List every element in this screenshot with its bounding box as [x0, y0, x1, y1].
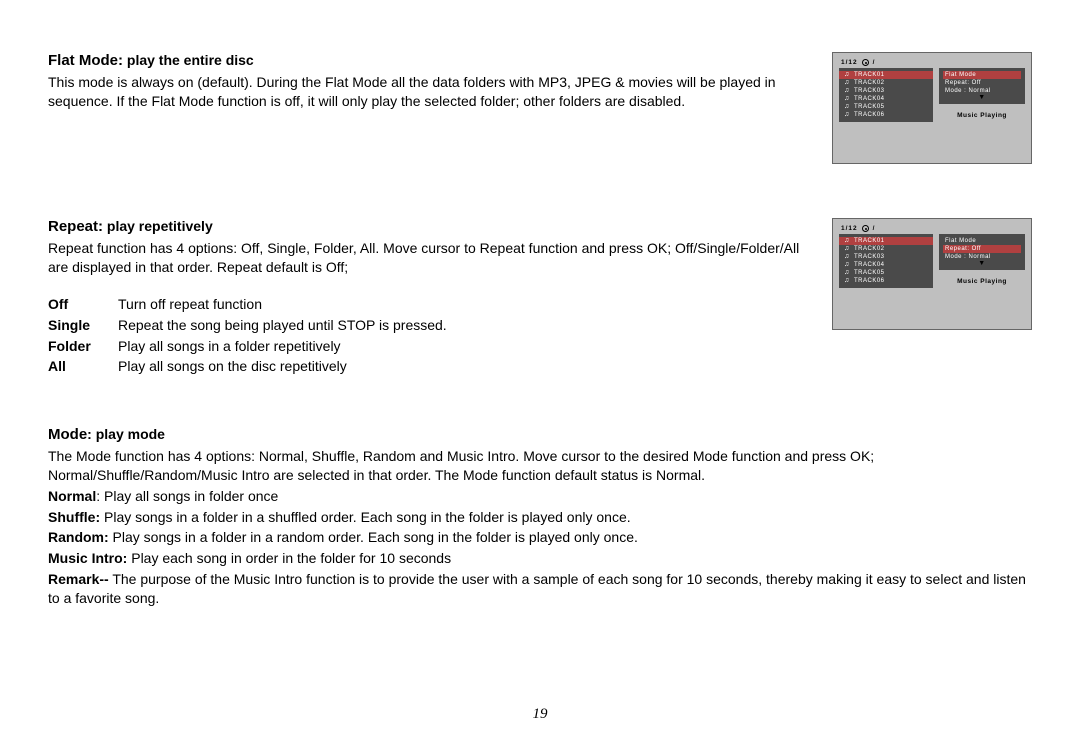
- disc-icon: [862, 59, 869, 66]
- osd-status: Music Playing: [939, 108, 1025, 122]
- disc-icon: [862, 225, 869, 232]
- note-icon: ♫: [844, 88, 850, 94]
- note-icon: ♫: [844, 238, 850, 244]
- osd-tracklist: ♫TRACK01 ♫TRACK02 ♫TRACK03 ♫TRACK04 ♫TRA…: [839, 234, 933, 288]
- repeat-text-col: Repeat: play repetitively Repeat functio…: [48, 218, 816, 378]
- osd-track-2: ♫TRACK02: [839, 245, 933, 253]
- osd-track-4: ♫TRACK04: [839, 261, 933, 269]
- osd-body: ♫TRACK01 ♫TRACK02 ♫TRACK03 ♫TRACK04 ♫TRA…: [839, 68, 1025, 122]
- def-remark: Remark-- The purpose of the Music Intro …: [48, 570, 1032, 609]
- osd-track-3: ♫TRACK03: [839, 87, 933, 95]
- osd-counter: 1/12: [841, 225, 858, 232]
- mode-heading: Mode: play mode: [48, 426, 1032, 443]
- osd-repeat-row: Repeat: Off: [943, 79, 1021, 87]
- osd-body: ♫TRACK01 ♫TRACK02 ♫TRACK03 ♫TRACK04 ♫TRA…: [839, 234, 1025, 288]
- flat-heading: Flat Mode: play the entire disc: [48, 52, 816, 69]
- repeat-title: Repeat:: [48, 218, 103, 235]
- osd-header: 1/12 /: [839, 225, 1025, 232]
- osd-track-6: ♫TRACK06: [839, 111, 933, 119]
- mode-title: Mode: [48, 426, 87, 443]
- def-random: Random: Play songs in a folder in a rand…: [48, 528, 1032, 548]
- repeat-section: Repeat: play repetitively Repeat functio…: [48, 218, 1032, 378]
- def-single: SingleRepeat the song being played until…: [48, 316, 816, 335]
- mode-subtitle: : play mode: [87, 426, 165, 442]
- flat-subtitle: play the entire disc: [123, 52, 254, 68]
- down-arrow-icon: ▼: [943, 95, 1021, 101]
- osd-track-1: ♫TRACK01: [839, 237, 933, 245]
- note-icon: ♫: [844, 112, 850, 118]
- osd-status: Music Playing: [939, 274, 1025, 288]
- osd-track-4: ♫TRACK04: [839, 95, 933, 103]
- osd-track-2: ♫TRACK02: [839, 79, 933, 87]
- def-normal: Normal: Play all songs in folder once: [48, 487, 1032, 507]
- note-icon: ♫: [844, 278, 850, 284]
- repeat-body: Repeat function has 4 options: Off, Sing…: [48, 239, 816, 277]
- note-icon: ♫: [844, 254, 850, 260]
- note-icon: ♫: [844, 262, 850, 268]
- osd-repeat-row: Repeat: Off: [943, 245, 1021, 253]
- osd-slash: /: [873, 225, 876, 232]
- note-icon: ♫: [844, 246, 850, 252]
- osd-counter: 1/12: [841, 59, 858, 66]
- repeat-definitions: OffTurn off repeat function SingleRepeat…: [48, 295, 816, 377]
- repeat-heading: Repeat: play repetitively: [48, 218, 816, 235]
- osd-flat-row: Flat Mode: [943, 71, 1021, 79]
- def-all: AllPlay all songs on the disc repetitive…: [48, 357, 816, 376]
- def-music-intro: Music Intro: Play each song in order in …: [48, 549, 1032, 569]
- note-icon: ♫: [844, 80, 850, 86]
- flat-text-col: Flat Mode: play the entire disc This mod…: [48, 52, 816, 113]
- osd-info-box: Flat Mode Repeat: Off Mode : Normal ▼: [939, 234, 1025, 270]
- osd-track-6: ♫TRACK06: [839, 277, 933, 285]
- def-shuffle: Shuffle: Play songs in a folder in a shu…: [48, 508, 1032, 528]
- note-icon: ♫: [844, 104, 850, 110]
- osd-panel-flat: 1/12 / ♫TRACK01 ♫TRACK02 ♫TRACK03 ♫TRACK…: [832, 52, 1032, 164]
- osd-tracklist: ♫TRACK01 ♫TRACK02 ♫TRACK03 ♫TRACK04 ♫TRA…: [839, 68, 933, 122]
- osd-header: 1/12 /: [839, 59, 1025, 66]
- osd-track-5: ♫TRACK05: [839, 269, 933, 277]
- mode-definitions: Normal: Play all songs in folder once Sh…: [48, 487, 1032, 609]
- osd-panel-repeat: 1/12 / ♫TRACK01 ♫TRACK02 ♫TRACK03 ♫TRACK…: [832, 218, 1032, 330]
- osd-track-3: ♫TRACK03: [839, 253, 933, 261]
- mode-body: The Mode function has 4 options: Normal,…: [48, 447, 1032, 485]
- osd-track-1: ♫TRACK01: [839, 71, 933, 79]
- osd-right: Flat Mode Repeat: Off Mode : Normal ▼ Mu…: [939, 234, 1025, 288]
- mode-section: Mode: play mode The Mode function has 4 …: [48, 426, 1032, 608]
- osd-flat-row: Flat Mode: [943, 237, 1021, 245]
- note-icon: ♫: [844, 270, 850, 276]
- osd-right: Flat Mode Repeat: Off Mode : Normal ▼ Mu…: [939, 68, 1025, 122]
- def-folder: FolderPlay all songs in a folder repetit…: [48, 337, 816, 356]
- flat-title: Flat Mode:: [48, 52, 123, 69]
- page-number: 19: [0, 706, 1080, 723]
- osd-track-5: ♫TRACK05: [839, 103, 933, 111]
- repeat-subtitle: play repetitively: [103, 218, 213, 234]
- note-icon: ♫: [844, 96, 850, 102]
- flat-body: This mode is always on (default). During…: [48, 73, 816, 111]
- flat-mode-section: Flat Mode: play the entire disc This mod…: [48, 52, 1032, 164]
- note-icon: ♫: [844, 72, 850, 78]
- down-arrow-icon: ▼: [943, 261, 1021, 267]
- def-off: OffTurn off repeat function: [48, 295, 816, 314]
- osd-slash: /: [873, 59, 876, 66]
- osd-info-box: Flat Mode Repeat: Off Mode : Normal ▼: [939, 68, 1025, 104]
